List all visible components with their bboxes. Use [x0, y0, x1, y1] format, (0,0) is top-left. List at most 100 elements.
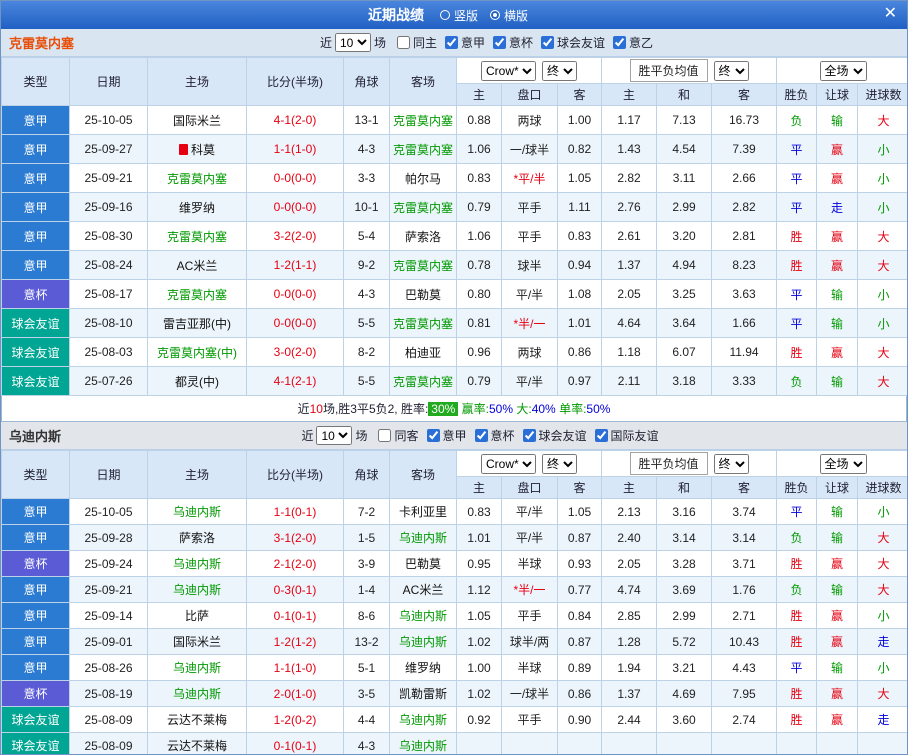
- handicap-result-cell: 赢: [816, 550, 859, 577]
- filter-checkbox[interactable]: 球会友谊: [541, 34, 605, 51]
- checkbox-input[interactable]: [594, 429, 608, 442]
- avg-home-cell: 2.85: [601, 602, 658, 629]
- match-row: 意甲 25-08-26 乌迪内斯 1-1(1-0) 5-1 维罗纳 1.00 半球 0.89 1.…: [1, 654, 907, 681]
- wdl-result-cell: [776, 732, 818, 754]
- team-name-text: 乌迪内斯: [172, 557, 221, 571]
- corner-cell: 3-9: [343, 550, 390, 577]
- home-team-cell: 乌迪内斯: [147, 498, 247, 525]
- match-count-select[interactable]: 10: [334, 33, 371, 52]
- checkbox-input[interactable]: [541, 36, 555, 49]
- handicap-result-cell: 赢: [816, 163, 859, 193]
- handicap-line-cell: 一/球半: [501, 680, 558, 707]
- away-odds-cell: 0.94: [556, 250, 603, 280]
- competition-type-cell: 意甲: [1, 163, 70, 193]
- competition-type-cell: 意甲: [1, 134, 70, 164]
- checkbox-input[interactable]: [613, 36, 627, 49]
- team-name-text: 克雷莫内塞(中): [157, 345, 237, 360]
- goals-result-cell: 大: [857, 366, 907, 396]
- view-mode-option[interactable]: 横版: [490, 7, 528, 24]
- team-name-text: 云达不莱梅: [166, 739, 227, 753]
- radio-icon[interactable]: [439, 10, 450, 20]
- avg-draw-cell: 4.94: [656, 250, 713, 280]
- match-date-cell: 25-08-26: [69, 654, 148, 681]
- scope-select[interactable]: 全场: [819, 453, 867, 474]
- away-odds-cell: 1.05: [556, 163, 603, 193]
- filter-checkboxes: 同客 意甲 意杯 球会友谊 国际友谊: [370, 427, 659, 444]
- filter-checkbox[interactable]: 同客: [378, 427, 419, 444]
- odds-home-header: 主: [456, 476, 502, 499]
- view-mode-option[interactable]: 竖版: [439, 7, 478, 24]
- competition-type-cell: 意甲: [1, 192, 70, 222]
- home-team-cell: 雷吉亚那(中): [147, 308, 247, 338]
- scope-select[interactable]: 全场: [819, 60, 867, 81]
- filter-checkbox[interactable]: 国际友谊: [594, 427, 659, 444]
- away-odds-cell: 0.82: [556, 134, 603, 164]
- home-odds-cell: 0.81: [456, 308, 502, 338]
- team-name-text: 国际米兰: [172, 113, 221, 128]
- col-home-header: 主场: [147, 450, 247, 499]
- corner-cell: 4-3: [343, 732, 390, 754]
- competition-type-cell: 意甲: [1, 221, 70, 251]
- filter-checkbox[interactable]: 意甲: [426, 427, 467, 444]
- goals-header: 进球数: [857, 476, 907, 499]
- avg-away-cell: 2.74: [711, 706, 778, 733]
- avg-draw-cell: 3.60: [656, 706, 713, 733]
- odds-final-select[interactable]: 终: [542, 60, 577, 81]
- home-odds-cell: 0.88: [456, 105, 502, 135]
- score-cell: 1-1(0-1): [246, 498, 344, 525]
- checkbox-input[interactable]: [396, 36, 410, 49]
- competition-type-cell: 球会友谊: [1, 337, 70, 367]
- handicap-line-cell: *半/一: [501, 576, 558, 603]
- score-cell: 1-2(1-1): [246, 250, 344, 280]
- odds-source-select[interactable]: Crow*: [481, 60, 536, 81]
- close-icon[interactable]: ✕: [884, 4, 897, 24]
- match-row: 球会友谊 25-08-03 克雷莫内塞(中) 3-0(2-0) 8-2 柏迪亚 0.96 两球…: [1, 337, 907, 367]
- away-team-cell: 萨索洛: [389, 221, 457, 251]
- filter-checkbox[interactable]: 意杯: [493, 34, 533, 51]
- match-count-select[interactable]: 10: [316, 426, 353, 445]
- away-team-cell: 乌迪内斯: [389, 602, 457, 629]
- team-name-text: 雷吉亚那(中): [163, 316, 231, 331]
- odds-source-select[interactable]: Crow*: [481, 453, 536, 474]
- away-team-cell: 卡利亚里: [389, 498, 457, 525]
- home-odds-cell: 0.79: [456, 192, 502, 222]
- filter-checkbox[interactable]: 意乙: [613, 34, 653, 51]
- filter-checkbox[interactable]: 意甲: [445, 34, 485, 51]
- corner-cell: 5-1: [343, 654, 390, 681]
- match-row: 意甲 25-10-05 乌迪内斯 1-1(0-1) 7-2 卡利亚里 0.83 平/半 1.05…: [1, 498, 907, 525]
- checkbox-input[interactable]: [426, 429, 440, 442]
- goals-result-cell: [857, 732, 907, 754]
- filter-label: 同客: [394, 429, 419, 443]
- checkbox-input[interactable]: [493, 36, 507, 49]
- match-date-cell: 25-08-19: [69, 680, 148, 707]
- filter-label: 意甲: [461, 36, 486, 50]
- avg-draw-cell: [656, 732, 713, 754]
- filter-checkbox[interactable]: 球会友谊: [522, 427, 587, 444]
- handicap-result-cell: 赢: [816, 602, 859, 629]
- view-mode-group: 竖版 横版: [439, 7, 540, 24]
- corner-cell: 8-2: [343, 337, 390, 367]
- checkbox-input[interactable]: [474, 429, 488, 442]
- handicap-line-cell: 平手: [501, 602, 558, 629]
- handicap-line-cell: 平/半: [501, 524, 558, 551]
- col-score-header: 比分(半场): [246, 57, 344, 106]
- filter-checkbox[interactable]: 意杯: [474, 427, 515, 444]
- filter-checkbox[interactable]: 同主: [396, 34, 437, 51]
- handicap-result-cell: 赢: [816, 221, 859, 251]
- avg-final-select[interactable]: 终: [713, 453, 749, 474]
- checkbox-input[interactable]: [378, 429, 392, 442]
- odds-final-select[interactable]: 终: [542, 453, 577, 474]
- avg-final-select[interactable]: 终: [713, 60, 749, 81]
- away-team-cell: 帕尔马: [389, 163, 457, 193]
- radio-icon[interactable]: [490, 10, 500, 20]
- avg-home-cell: 2.61: [601, 221, 658, 251]
- competition-type-cell: 意甲: [1, 628, 70, 655]
- avg-draw-cell: 5.72: [656, 628, 713, 655]
- checkbox-input[interactable]: [445, 36, 458, 49]
- goals-result-cell: 大: [857, 250, 907, 280]
- goals-result-cell: 小: [857, 602, 907, 629]
- avg-away-cell: [711, 732, 778, 754]
- avg-away-cell: 7.39: [711, 134, 778, 164]
- handicap-line-cell: 平/半: [501, 366, 558, 396]
- checkbox-input[interactable]: [522, 429, 536, 442]
